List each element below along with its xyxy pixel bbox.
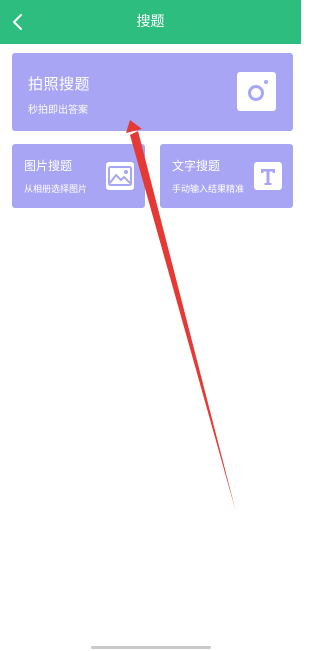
text-search-subtitle: 手动输入结果精准 <box>172 185 245 195</box>
text-t-icon <box>254 162 282 190</box>
image-search-card[interactable]: 图片搜题 从相册选择图片 <box>12 144 145 208</box>
image-search-title: 图片搜题 <box>24 159 73 173</box>
home-indicator <box>91 646 211 649</box>
text-search-card[interactable]: 文字搜题 手动输入结果精准 <box>160 144 293 208</box>
camera-icon <box>237 72 276 111</box>
photo-search-card[interactable]: 拍照搜题 秒拍即出答案 <box>12 53 293 131</box>
picture-icon <box>106 162 134 190</box>
text-search-title: 文字搜题 <box>172 159 221 173</box>
top-bar: 搜题 <box>0 0 301 44</box>
photo-search-title: 拍照搜题 <box>28 75 91 93</box>
photo-search-subtitle: 秒拍即出答案 <box>28 105 88 116</box>
page-title: 搜题 <box>136 14 165 30</box>
image-search-subtitle: 从相册选择图片 <box>24 185 88 195</box>
